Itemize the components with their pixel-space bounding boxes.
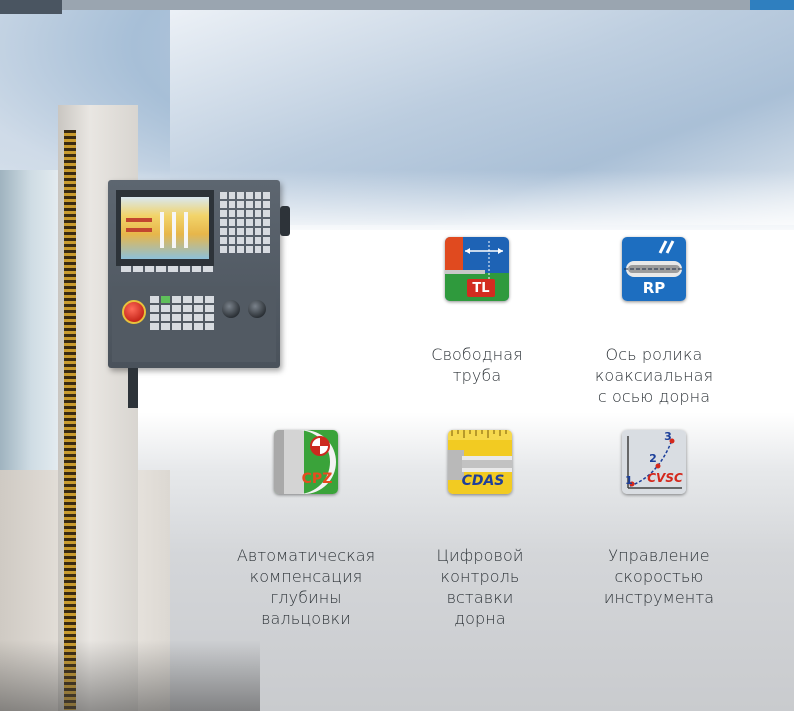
feed-override-knob xyxy=(222,300,240,318)
auto-depth-compensation-icon-badge: CPZ xyxy=(301,471,333,487)
spindle-override-knob xyxy=(248,300,266,318)
digital-mandrel-insertion-caption: Цифровой контроль вставки дорна xyxy=(436,546,524,628)
panel-support-arm xyxy=(128,368,138,408)
tool-speed-control-caption: Управление скоростью инструмента xyxy=(603,546,715,607)
coaxial-roller-caption: Ось ролика коаксиальная с осью дорна xyxy=(594,345,714,406)
coaxial-roller-icon-badge: RP xyxy=(642,279,666,297)
top-bar xyxy=(62,0,784,10)
cnc-keypad xyxy=(220,192,270,262)
top-bar-dark-corner xyxy=(0,0,62,14)
tool-speed-control-number: 3 xyxy=(664,430,672,443)
mcp-keys xyxy=(150,296,214,336)
cnc-screen-bar xyxy=(184,212,188,248)
digital-mandrel-insertion-icon-badge: CDAS xyxy=(461,473,505,489)
tool-speed-control-number: 2 xyxy=(649,452,657,465)
cnc-screen-bar xyxy=(160,212,164,248)
machine-floor-shadow xyxy=(0,640,260,711)
feature-page: TL Свободная труба RP Ось ролика коаксиа… xyxy=(0,0,794,711)
tool-speed-control-number: 1 xyxy=(625,474,633,487)
safety-light-curtain xyxy=(64,130,76,710)
panel-handle xyxy=(280,206,290,236)
emergency-stop-button xyxy=(122,300,146,324)
free-tube-icon-badge: TL xyxy=(472,281,490,296)
cnc-screen-bar xyxy=(126,218,152,222)
tool-speed-control-icon-badge: CVSC xyxy=(647,471,683,485)
cnc-softkeys xyxy=(121,266,213,274)
top-bar-accent xyxy=(750,0,794,10)
free-tube-caption: Свободная труба xyxy=(431,345,523,385)
cnc-screen-bar xyxy=(126,228,152,232)
auto-depth-compensation-caption: Автоматическая компенсация глубины вальц… xyxy=(236,546,376,628)
cnc-screen-bar xyxy=(172,212,176,248)
